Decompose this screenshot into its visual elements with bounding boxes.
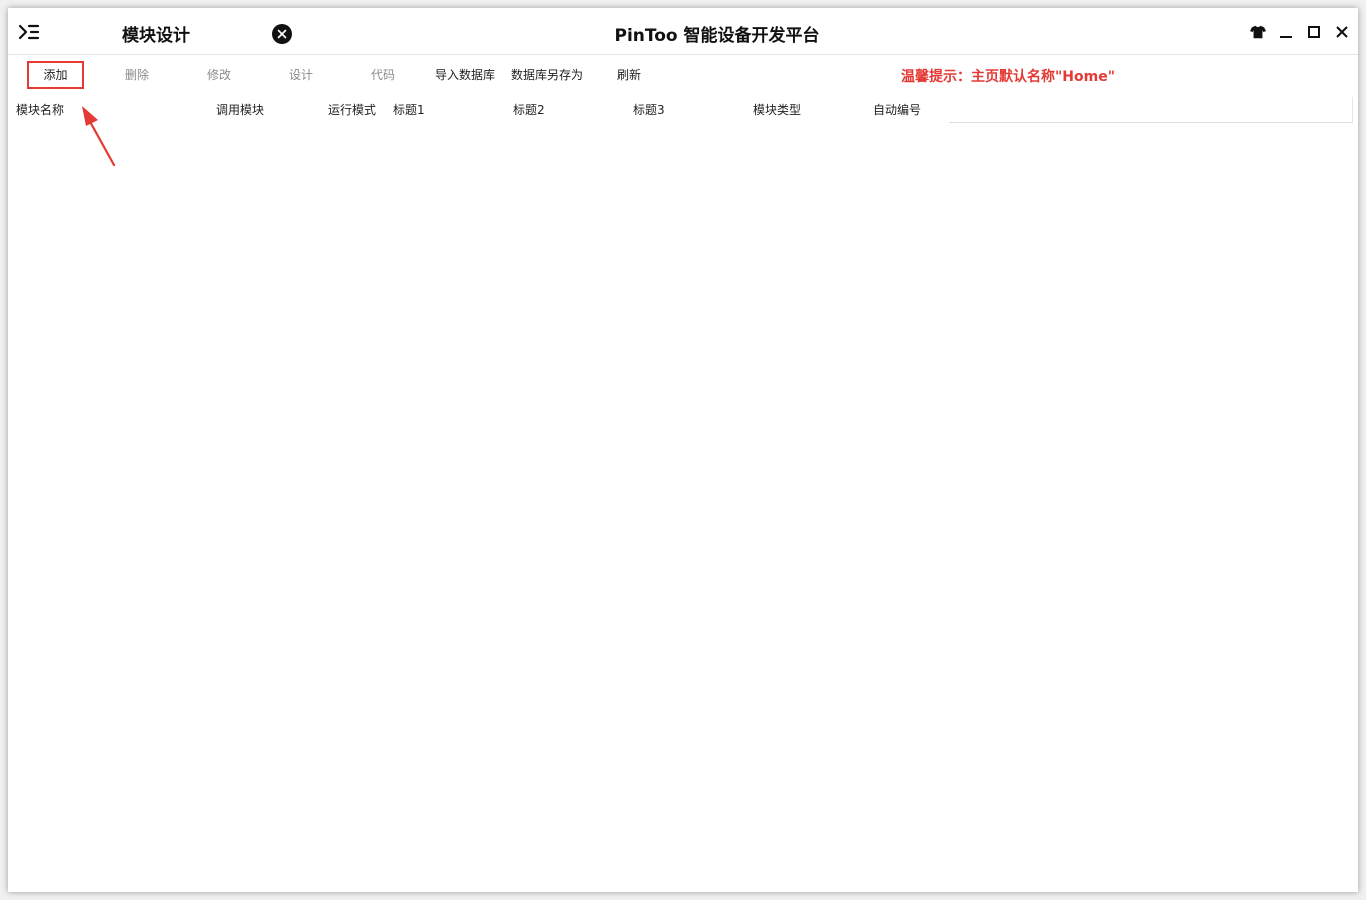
column-header-call-module[interactable]: 调用模块 bbox=[216, 96, 264, 124]
column-header-auto-number[interactable]: 自动编号 bbox=[873, 96, 921, 124]
column-header-title3[interactable]: 标题3 bbox=[633, 96, 665, 124]
column-header-title1[interactable]: 标题1 bbox=[393, 96, 425, 124]
title-bar: 模块设计 PinToo 智能设备开发平台 bbox=[8, 8, 1358, 55]
code-button[interactable]: 代码 bbox=[357, 61, 409, 89]
menu-expand-icon[interactable] bbox=[18, 23, 40, 41]
delete-button[interactable]: 删除 bbox=[111, 61, 163, 89]
hint-text: 温馨提示：主页默认名称"Home" bbox=[901, 69, 1116, 85]
save-database-as-button[interactable]: 数据库另存为 bbox=[508, 61, 586, 89]
import-database-button[interactable]: 导入数据库 bbox=[432, 61, 498, 89]
header-filler bbox=[949, 97, 1353, 123]
refresh-button[interactable]: 刷新 bbox=[604, 61, 654, 89]
close-circle-icon[interactable] bbox=[272, 24, 292, 44]
column-header-module-name[interactable]: 模块名称 bbox=[16, 96, 64, 124]
design-button[interactable]: 设计 bbox=[275, 61, 327, 89]
app-title: PinToo 智能设备开发平台 bbox=[614, 26, 820, 46]
maximize-icon[interactable] bbox=[1306, 24, 1322, 40]
module-title: 模块设计 bbox=[122, 26, 190, 46]
grid-body[interactable] bbox=[8, 126, 1358, 892]
add-button[interactable]: 添加 bbox=[27, 61, 84, 89]
window-controls bbox=[1250, 22, 1350, 42]
app-window: 模块设计 PinToo 智能设备开发平台 添加 删除 修改 设计 代码 导入数据… bbox=[8, 8, 1358, 892]
column-header-module-type[interactable]: 模块类型 bbox=[753, 96, 801, 124]
toolbar: 添加 删除 修改 设计 代码 导入数据库 数据库另存为 刷新 bbox=[8, 55, 1358, 95]
modify-button[interactable]: 修改 bbox=[193, 61, 245, 89]
close-icon[interactable] bbox=[1334, 24, 1350, 40]
column-header-run-mode[interactable]: 运行模式 bbox=[328, 96, 376, 124]
grid-header: 模块名称 调用模块 运行模式 标题1 标题2 标题3 模块类型 自动编号 bbox=[8, 96, 1358, 126]
column-header-title2[interactable]: 标题2 bbox=[513, 96, 545, 124]
tshirt-icon[interactable] bbox=[1250, 24, 1266, 40]
minimize-icon[interactable] bbox=[1278, 24, 1294, 40]
